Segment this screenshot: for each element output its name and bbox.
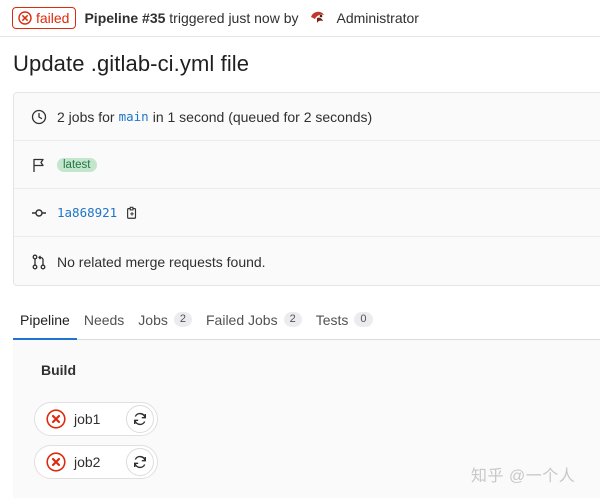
tab-tests[interactable]: Tests 0 [309,300,380,339]
info-row-commit: 1a868921 [14,189,600,237]
pipeline-info-box: 2 jobs for main in 1 second (queued for … [13,92,600,286]
tab-label: Tests [315,311,349,328]
status-badge[interactable]: failed [12,7,77,29]
latest-badge: latest [57,157,97,172]
pipeline-id: Pipeline #35 [84,10,166,26]
jobs-count-badge: 2 [173,312,192,327]
pipeline-summary: Pipeline #35 triggered just now by [84,10,298,26]
stage-title: Build [41,362,76,378]
job-item[interactable]: job1 [34,402,158,436]
info-row-merge-requests: No related merge requests found. [14,237,600,286]
flag-icon [31,157,47,173]
duration-text: in 1 second (queued for 2 seconds) [152,108,373,125]
clock-icon [31,109,47,125]
user-link[interactable]: Administrator [336,10,418,26]
tab-failed-jobs[interactable]: Failed Jobs 2 [199,300,309,339]
tab-label: Failed Jobs [206,311,278,328]
pipeline-header: failed Pipeline #35 triggered just now b… [0,0,600,37]
retry-icon [134,455,146,469]
commit-icon [31,205,47,221]
retry-button[interactable] [126,405,154,433]
copy-icon[interactable] [125,206,139,220]
pipeline-tabs: Pipeline Needs Jobs 2 Failed Jobs 2 Test… [13,300,600,340]
info-row-duration: 2 jobs for main in 1 second (queued for … [14,93,600,141]
retry-button[interactable] [126,448,154,476]
watermark-text: 知乎 @一个人 [471,468,576,485]
info-row-tags: latest [14,141,600,189]
commit-sha-link[interactable]: 1a868921 [57,205,117,220]
job-name: job1 [74,411,101,427]
merge-requests-text: No related merge requests found. [57,253,266,270]
failed-jobs-count-badge: 2 [283,312,302,327]
branch-link[interactable]: main [119,109,149,124]
jobs-count-text: 2 jobs for [57,108,115,125]
tab-pipeline[interactable]: Pipeline [13,300,77,340]
tab-label: Needs [83,311,125,328]
status-failed-icon [18,11,32,25]
tab-label: Pipeline [20,311,70,328]
avatar[interactable] [308,8,329,28]
tab-jobs[interactable]: Jobs 2 [131,300,199,339]
job-item[interactable]: job2 [34,445,158,479]
retry-icon [134,412,146,426]
tests-count-badge: 0 [354,312,373,327]
status-failed-icon [46,409,66,429]
status-failed-icon [46,452,66,472]
tab-needs[interactable]: Needs [77,300,131,339]
status-label: failed [36,10,70,26]
page-title: Update .gitlab-ci.yml file [13,51,250,76]
triggered-text: triggered just now by [169,10,299,26]
merge-request-icon [31,254,47,270]
tab-label: Jobs [138,311,168,328]
job-name: job2 [74,454,101,470]
